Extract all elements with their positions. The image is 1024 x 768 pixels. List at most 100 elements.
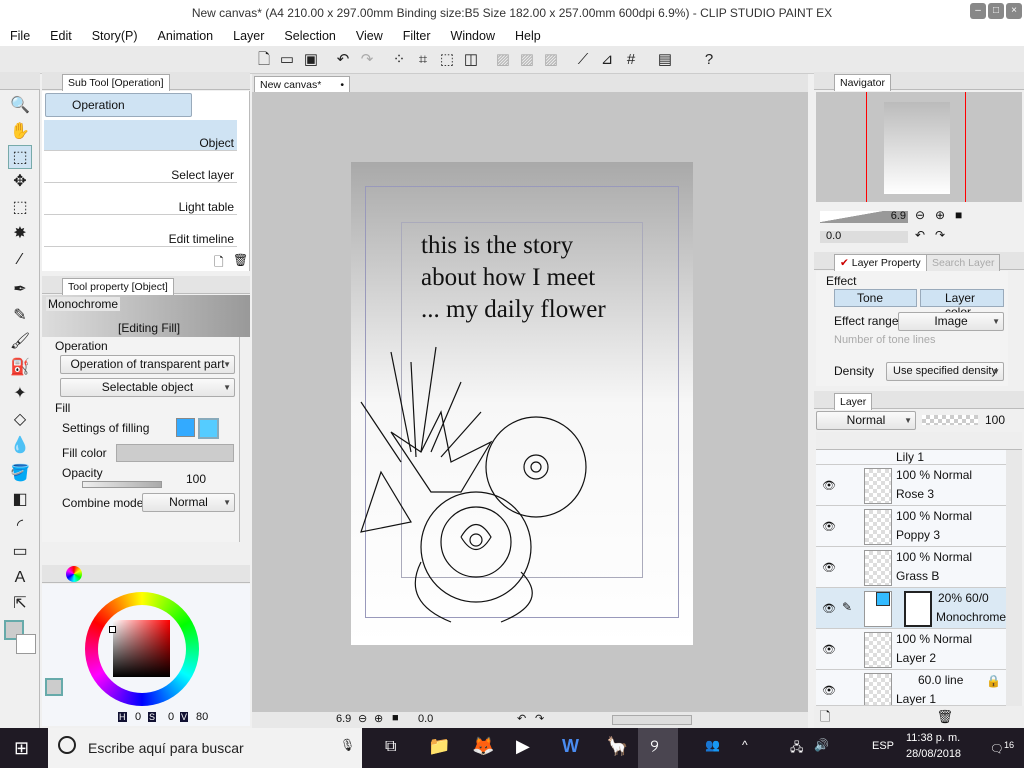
menu-animation[interactable]: Animation	[148, 26, 224, 46]
color-wheel-tab-icon[interactable]	[66, 566, 82, 582]
ruler-snap-icon[interactable]: ⟋	[574, 51, 592, 69]
layer-row[interactable]: 👁 100 % Normal Poppy 3	[816, 506, 1006, 547]
subtool-group-operation[interactable]: Operation	[45, 93, 192, 117]
lock-icon[interactable]: 🔒	[986, 674, 1001, 688]
hand-tool-icon[interactable]: ✋	[8, 120, 32, 144]
firefox-icon[interactable]: 🦊	[472, 736, 494, 757]
frame-icon[interactable]: ▭	[8, 540, 32, 564]
minimize-button[interactable]: –	[970, 3, 986, 19]
subtool-select-layer[interactable]: Select layer	[44, 152, 237, 183]
canvas-tab[interactable]: New canvas* •	[254, 76, 350, 93]
special-ruler-icon[interactable]: ⊿	[598, 51, 616, 69]
alpaca-app-icon[interactable]: 🦙	[606, 736, 628, 757]
media-player-icon[interactable]: ▶	[516, 736, 530, 757]
density-dropdown[interactable]: Use specified density	[886, 362, 1004, 381]
sub-color-swatch[interactable]	[16, 634, 36, 654]
deselect-icon[interactable]: ⬚	[438, 51, 456, 69]
people-icon[interactable]: 👥	[705, 738, 720, 752]
screen-icon[interactable]: ▤	[656, 51, 674, 69]
opacity-value[interactable]: 100	[186, 472, 206, 486]
layer-tab[interactable]: Layer	[834, 393, 873, 410]
menu-selection[interactable]: Selection	[274, 26, 345, 46]
layer-opacity-slider[interactable]	[922, 415, 978, 425]
subtool-light-table[interactable]: Light table	[44, 184, 237, 215]
delete-subtool-icon[interactable]: 🗑	[233, 253, 248, 267]
crop-icon[interactable]: ⌗	[414, 51, 432, 69]
new-layer-icon[interactable]: 🗋	[820, 709, 836, 724]
eye-icon[interactable]: 👁	[822, 479, 836, 492]
zoom-in-icon[interactable]: ⊕	[374, 712, 383, 725]
subtool-object[interactable]: Object	[44, 120, 237, 151]
select-all-icon[interactable]: ◫	[462, 51, 480, 69]
grid-snap-icon[interactable]: #	[622, 51, 640, 69]
toolproperty-tab[interactable]: Tool property [Object]	[62, 278, 174, 295]
eye-icon[interactable]: 👁	[822, 643, 836, 656]
horizontal-scrollbar[interactable]	[612, 715, 692, 725]
layer-row[interactable]: 👁 100 % Normal Layer 2	[816, 629, 1006, 670]
fill-setting-option-1[interactable]	[176, 418, 195, 437]
maximize-button[interactable]: □	[988, 3, 1004, 19]
auto-select-icon[interactable]: ✸	[8, 222, 32, 246]
subtool-edit-timeline[interactable]: Edit timeline	[44, 216, 237, 247]
delete-layer-icon[interactable]: 🗑	[936, 709, 959, 724]
selection-tool-icon[interactable]: ⬚	[8, 196, 32, 220]
save-icon[interactable]: ▣	[302, 51, 320, 69]
menu-window[interactable]: Window	[441, 26, 505, 46]
tone-effect-button[interactable]: Tone	[834, 289, 917, 307]
move-tool-icon[interactable]: ✥	[8, 170, 32, 194]
layer-row-selected[interactable]: 👁 ✎ 20% 60/0 Monochrome	[816, 588, 1006, 629]
layer-scrollbar[interactable]	[1006, 450, 1022, 706]
combine-mode-dropdown[interactable]: Normal	[142, 493, 235, 512]
correct-line-icon[interactable]: ⇱	[8, 592, 32, 616]
task-view-icon[interactable]: ⧉	[385, 738, 396, 756]
subtool-tab[interactable]: Sub Tool [Operation]	[62, 74, 170, 91]
eye-icon[interactable]: 👁	[822, 684, 836, 697]
brush-icon[interactable]: 🖌	[8, 330, 32, 354]
menu-file[interactable]: File	[0, 26, 40, 46]
zoom-tool-icon[interactable]: 🔍	[8, 94, 32, 118]
menu-filter[interactable]: Filter	[393, 26, 441, 46]
new-subtool-icon[interactable]: 🗋	[214, 253, 224, 274]
menu-story[interactable]: Story(P)	[82, 26, 148, 46]
zoom-out-icon[interactable]: ⊖	[358, 712, 367, 725]
rotate-right-icon[interactable]: ↷	[535, 712, 544, 725]
menu-layer[interactable]: Layer	[223, 26, 274, 46]
nav-zoom-in-icon[interactable]: ⊕	[935, 208, 945, 222]
pen-icon[interactable]: ✒	[8, 278, 32, 302]
saturation-value-square[interactable]	[113, 620, 170, 677]
figure-icon[interactable]: ◜	[8, 514, 32, 538]
volume-icon[interactable]: 🔊	[814, 738, 829, 752]
airbrush-icon[interactable]: ⛽	[8, 356, 32, 380]
taskbar-search-box[interactable]: Escribe aquí para buscar 🎙	[48, 728, 362, 768]
fill-tool-icon[interactable]: 🪣	[8, 462, 32, 486]
clock-date[interactable]: 28/08/2018	[906, 748, 961, 760]
opacity-slider[interactable]	[82, 481, 162, 488]
nav-fit-icon[interactable]: ■	[955, 208, 962, 222]
search-layer-tab[interactable]: Search Layer	[926, 254, 1001, 271]
rotate-left-icon[interactable]: ↶	[517, 712, 526, 725]
transparent-part-dropdown[interactable]: Operation of transparent part	[60, 355, 235, 374]
effect-range-dropdown[interactable]: Image	[898, 312, 1004, 331]
clock-time[interactable]: 11:38 p. m.	[906, 732, 960, 744]
undo-icon[interactable]: ↶	[334, 51, 352, 69]
menu-edit[interactable]: Edit	[40, 26, 82, 46]
color-picker-marker[interactable]	[109, 626, 116, 633]
new-icon[interactable]: 🗋	[255, 51, 273, 69]
language-indicator[interactable]: ESP	[872, 740, 894, 752]
operation-tool-icon[interactable]: ⬚	[8, 145, 32, 169]
word-icon[interactable]: W	[562, 736, 579, 757]
fill-color-swatch[interactable]	[116, 444, 234, 462]
network-icon[interactable]: 🖧	[790, 738, 803, 759]
eye-icon[interactable]: 👁	[822, 561, 836, 574]
outside-icon[interactable]: ▨	[542, 51, 560, 69]
layer-row[interactable]: 👁 100 % Normal Grass B	[816, 547, 1006, 588]
menu-help[interactable]: Help	[505, 26, 551, 46]
eye-icon[interactable]: 👁	[822, 602, 836, 615]
navigator-tab[interactable]: Navigator	[834, 74, 891, 91]
transform-icon[interactable]: ⁘	[390, 51, 408, 69]
nav-rotate-right-icon[interactable]: ↷	[935, 228, 945, 242]
close-button[interactable]: ×	[1006, 3, 1022, 19]
clip-studio-taskbar-button[interactable]: ୨	[638, 728, 678, 768]
gradient-icon[interactable]: ◧	[8, 488, 32, 512]
fill-icon[interactable]: ▨	[518, 51, 536, 69]
